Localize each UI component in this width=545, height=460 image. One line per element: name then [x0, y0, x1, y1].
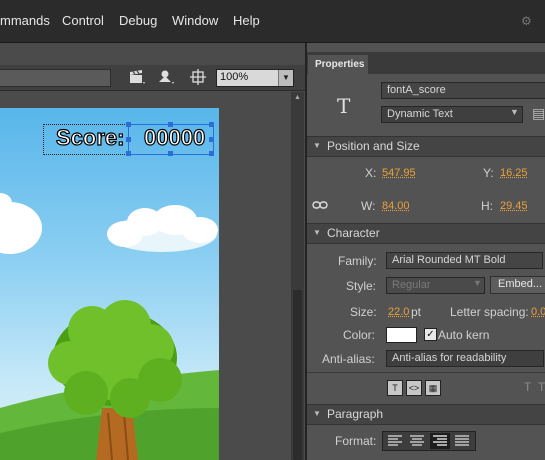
embed-button[interactable]: Embed...	[490, 276, 545, 294]
align-right-icon[interactable]	[430, 433, 450, 449]
section-position-size-title: Position and Size	[327, 139, 420, 153]
antialias-label: Anti-alias:	[322, 352, 375, 366]
section-paragraph[interactable]: ▼ Paragraph	[307, 404, 545, 425]
color-label: Color:	[343, 328, 376, 342]
triangle-down-icon: ▼	[313, 228, 321, 237]
text-color-swatch[interactable]	[386, 327, 417, 343]
section-character[interactable]: ▼ Character	[307, 223, 545, 244]
tab-properties-label: Properties	[315, 59, 365, 70]
scroll-up-icon[interactable]: ▲	[294, 94, 301, 101]
font-style-value: Regular	[392, 279, 431, 291]
justify-icon[interactable]	[453, 434, 471, 448]
y-label: Y:	[483, 166, 494, 180]
style-label: Style:	[346, 279, 377, 293]
chevron-down-icon: ▼	[510, 107, 519, 117]
menu-commands[interactable]: mmands	[0, 13, 50, 28]
font-family-value: Arial Rounded MT Bold	[392, 254, 506, 266]
subscript-icon[interactable]: T	[538, 380, 545, 394]
section-character-title: Character	[327, 226, 380, 240]
text-orientation-icon[interactable]: ▤	[532, 105, 545, 122]
superscript-icon[interactable]: T	[524, 380, 531, 394]
font-style-select[interactable]: Regular ▼	[386, 277, 485, 294]
instance-name-value: fontA_score	[387, 84, 446, 96]
text-type-select[interactable]: Dynamic Text ▼	[381, 106, 523, 123]
auto-kern-checkbox[interactable]: ✓	[424, 328, 437, 341]
font-family-select[interactable]: Arial Rounded MT Bold	[386, 252, 543, 269]
w-value[interactable]: 84.00	[382, 200, 410, 212]
triangle-down-icon: ▼	[313, 141, 321, 150]
h-value[interactable]: 29.45	[500, 200, 528, 212]
divider	[307, 372, 545, 373]
x-value[interactable]: 547.95	[382, 167, 416, 179]
w-label: W:	[361, 199, 376, 213]
zoom-value: 100%	[220, 71, 249, 83]
menu-debug[interactable]: Debug	[119, 13, 157, 28]
size-unit: pt	[411, 305, 422, 319]
family-label: Family:	[338, 254, 377, 268]
scrollbar-thumb[interactable]	[293, 290, 302, 460]
stage-toolbar: 100% ▼	[0, 65, 305, 91]
instance-name-input[interactable]: fontA_score	[381, 82, 545, 99]
y-value[interactable]: 16.25	[500, 167, 528, 179]
text-type-value: Dynamic Text	[387, 108, 453, 120]
text-tool-icon: T	[337, 94, 351, 118]
section-paragraph-title: Paragraph	[327, 407, 384, 421]
edit-symbols-icon[interactable]	[156, 68, 176, 86]
format-button-group	[382, 431, 476, 451]
h-label: H:	[481, 199, 493, 213]
triangle-down-icon: ▼	[313, 409, 321, 418]
link-icon[interactable]	[312, 199, 328, 211]
render-html-icon[interactable]: <>	[406, 380, 422, 396]
size-label: Size:	[350, 305, 377, 319]
embed-label: Embed...	[498, 278, 543, 290]
score-value: 00000	[143, 124, 206, 150]
letter-spacing-label: Letter spacing:	[450, 305, 529, 319]
crosshair-icon[interactable]	[190, 69, 206, 85]
section-position-size[interactable]: ▼ Position and Size	[307, 136, 545, 157]
selectable-text-icon[interactable]: T	[387, 380, 403, 396]
size-value[interactable]: 22.0	[388, 306, 409, 318]
menu-window[interactable]: Window	[172, 13, 218, 28]
format-label: Format:	[335, 434, 377, 448]
antialias-select[interactable]: Anti-alias for readability	[386, 350, 544, 367]
chevron-down-icon: ▼	[473, 278, 482, 288]
align-center-icon[interactable]	[408, 434, 426, 448]
show-border-icon[interactable]: ▦	[425, 380, 441, 396]
clapper-icon[interactable]	[128, 68, 146, 86]
x-label: X:	[365, 166, 377, 180]
stage-canvas[interactable]: Score: 00000	[0, 108, 219, 460]
zoom-select[interactable]: 100% ▼	[216, 69, 294, 87]
menu-control[interactable]: Control	[62, 13, 104, 28]
chevron-down-icon[interactable]: ▼	[278, 70, 293, 86]
tab-properties[interactable]: Properties	[308, 55, 368, 74]
score-label: Score:	[55, 124, 125, 150]
gear-icon[interactable]: ⚙	[521, 14, 545, 28]
letter-spacing-value[interactable]: 0.0	[531, 306, 545, 318]
scene-field[interactable]	[0, 69, 111, 87]
menu-help[interactable]: Help	[233, 13, 260, 28]
auto-kern-label: Auto kern	[438, 328, 490, 342]
menu-bar: mmands Control Debug Window Help ⚙	[0, 0, 545, 43]
antialias-value: Anti-alias for readability	[392, 352, 507, 364]
align-left-icon[interactable]	[386, 434, 404, 448]
